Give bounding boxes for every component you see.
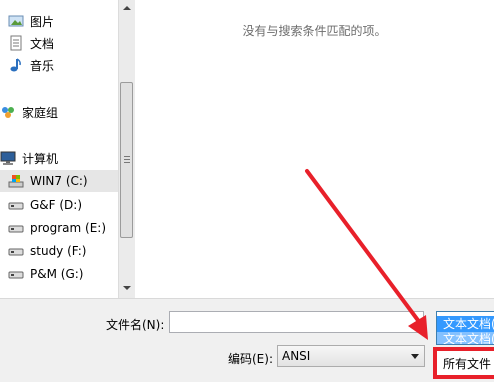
drive-icon — [8, 243, 24, 259]
nav-item-label: 图片 — [30, 14, 55, 29]
nav-item-documents[interactable]: 文档 — [8, 32, 54, 54]
filetype-dropdown-list[interactable]: 文本文档( 文本文档( — [436, 311, 494, 345]
nav-item-drive-f[interactable]: study (F:) — [8, 240, 86, 262]
drive-icon — [8, 220, 24, 236]
nav-item-label: 家庭组 — [22, 105, 59, 120]
chevron-down-icon — [411, 354, 419, 359]
nav-item-label: 文档 — [30, 36, 55, 51]
music-icon — [8, 57, 24, 73]
drive-icon — [8, 266, 24, 282]
nav-item-label: study (F:) — [30, 244, 87, 258]
encoding-value: ANSI — [282, 349, 311, 363]
nav-item-label: 计算机 — [22, 151, 59, 166]
grip-line — [124, 162, 130, 163]
navigation-pane: 图片 文档 音乐 家庭组 计算机 WIN7 (C:) G&F (D:) prog… — [0, 0, 118, 298]
nav-item-label: 音乐 — [30, 58, 55, 73]
nav-item-label: P&M (G:) — [30, 267, 84, 281]
pictures-icon — [8, 13, 24, 29]
filetype-option-text[interactable]: 文本文档( — [437, 316, 494, 332]
nav-item-drive-e[interactable]: program (E:) — [8, 217, 106, 239]
nav-item-label: G&F (D:) — [30, 198, 83, 212]
empty-message: 没有与搜索条件匹配的项。 — [242, 24, 387, 38]
nav-item-music[interactable]: 音乐 — [8, 54, 54, 76]
scroll-up-button[interactable] — [121, 2, 133, 14]
save-options-panel: 文件名(N): 编码(E): ANSI 文本文档( 文本文档( — [0, 298, 494, 382]
computer-icon — [0, 150, 16, 166]
grip-line — [124, 156, 130, 157]
filetype-all-files-label: 所有文件 — [443, 357, 492, 371]
nav-scrollbar[interactable] — [118, 0, 135, 298]
nav-item-label: WIN7 (C:) — [30, 174, 88, 188]
nav-item-drive-c[interactable]: WIN7 (C:) — [0, 170, 118, 192]
nav-item-drive-g[interactable]: P&M (G:) — [8, 263, 83, 285]
drive-icon — [8, 197, 24, 213]
grip-line — [124, 159, 130, 160]
nav-item-computer[interactable]: 计算机 — [0, 147, 58, 169]
nav-item-pictures[interactable]: 图片 — [8, 10, 54, 32]
file-list[interactable]: 没有与搜索条件匹配的项。 — [135, 0, 494, 298]
filename-label: 文件名(N): — [106, 318, 165, 332]
documents-icon — [8, 35, 24, 51]
system-drive-icon — [8, 173, 24, 189]
scroll-down-button[interactable] — [123, 286, 131, 290]
encoding-label: 编码(E): — [228, 352, 273, 366]
nav-item-drive-d[interactable]: G&F (D:) — [8, 194, 82, 216]
nav-item-homegroup[interactable]: 家庭组 — [0, 101, 58, 123]
nav-item-label: program (E:) — [30, 221, 107, 235]
encoding-select[interactable]: ANSI — [277, 345, 425, 367]
scroll-thumb[interactable] — [120, 82, 133, 238]
filetype-option-text-2[interactable]: 文本文档( — [437, 332, 494, 344]
filename-input[interactable] — [169, 311, 424, 333]
homegroup-icon — [0, 104, 16, 120]
filetype-option-all-files[interactable]: 所有文件 — [433, 347, 494, 379]
